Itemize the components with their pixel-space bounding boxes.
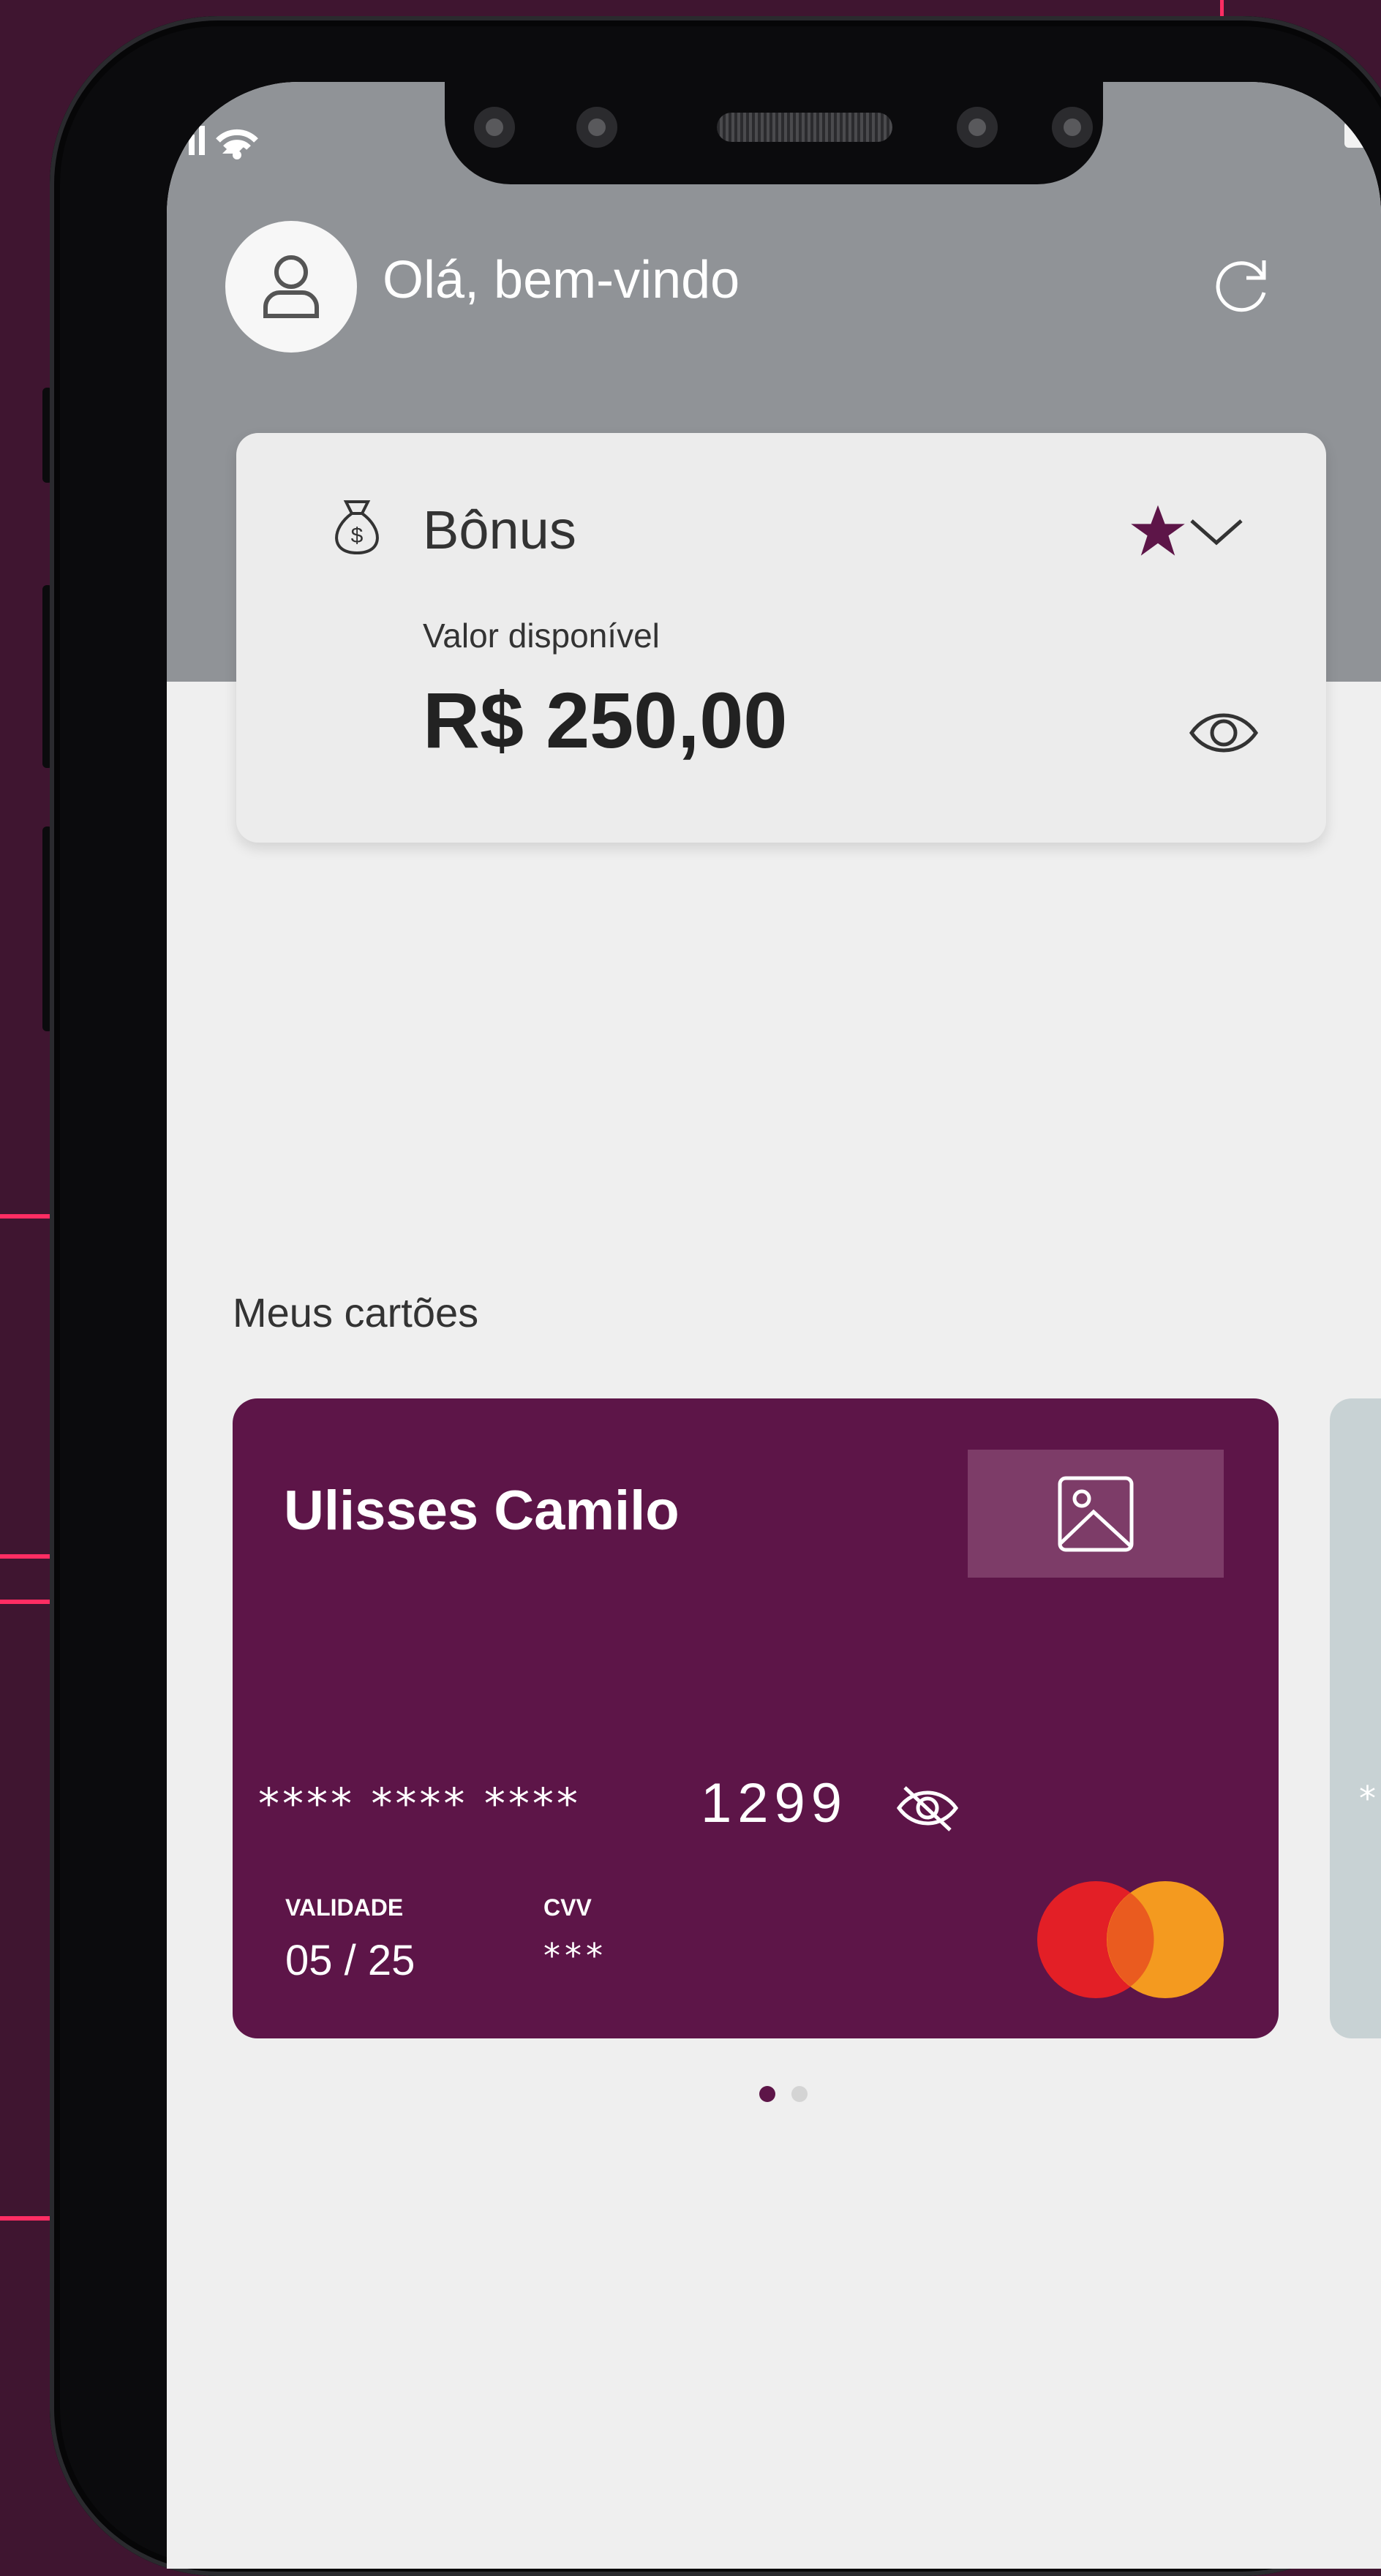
avatar[interactable] (225, 221, 357, 353)
refresh-icon[interactable] (1205, 247, 1279, 320)
bonus-balance-card[interactable]: $ Bônus Valor disponível R$ 250,00 (236, 433, 1326, 843)
battery-icon (1344, 121, 1381, 148)
my-cards-title: Meus cartões (233, 1289, 479, 1336)
card-number-last-digits: 1299 (701, 1772, 848, 1834)
card-holder-name: Ulisses Camilo (284, 1480, 680, 1542)
accent-line (0, 1554, 51, 1559)
expiry-label: VALIDADE (285, 1894, 404, 1921)
eye-icon[interactable] (1187, 704, 1260, 762)
carousel-pager (759, 2086, 808, 2102)
svg-text:$: $ (351, 524, 364, 548)
app-screen: Olá, bem-vindo $ Bônus Valor disponível … (167, 82, 1381, 2569)
camera-icon (474, 107, 515, 148)
accent-line (0, 2216, 51, 2221)
user-icon (263, 255, 319, 318)
sensor-icon (576, 107, 617, 148)
speaker-grille (717, 113, 892, 142)
mastercard-logo (1037, 1881, 1224, 1998)
accent-line (0, 1600, 51, 1604)
eye-off-icon[interactable] (895, 1779, 960, 1837)
pager-dot-active[interactable] (759, 2086, 775, 2102)
app-header: Olá, bem-vindo (225, 221, 1322, 353)
expiry-value: 05 / 25 (285, 1937, 415, 1984)
money-bag-icon: $ (335, 500, 379, 555)
camera-icon (957, 107, 998, 148)
cvv-value: *** (543, 1936, 607, 1976)
greeting-text: Olá, bem-vindo (383, 251, 740, 309)
accent-line (0, 1214, 51, 1219)
chevron-down-icon[interactable] (1187, 513, 1246, 550)
image-icon (1058, 1476, 1134, 1551)
signal-wifi-icon (189, 118, 276, 170)
phone-notch (445, 82, 1103, 184)
cvv-label: CVV (543, 1894, 592, 1921)
star-icon[interactable] (1129, 502, 1187, 560)
available-balance-label: Valor disponível (423, 617, 660, 655)
card-number-masked: **** **** **** (258, 1779, 581, 1829)
phone-frame: Olá, bem-vindo $ Bônus Valor disponível … (50, 16, 1381, 2576)
bonus-title: Bônus (423, 500, 576, 560)
next-credit-card[interactable]: * (1330, 1398, 1381, 2038)
card-image-placeholder[interactable] (968, 1450, 1224, 1578)
sensor-icon (1052, 107, 1093, 148)
credit-card[interactable]: Ulisses Camilo **** **** **** 1299 VALID… (233, 1398, 1279, 2038)
available-balance-amount: R$ 250,00 (423, 676, 788, 764)
pager-dot[interactable] (791, 2086, 808, 2102)
next-card-masked-number: * (1359, 1779, 1376, 1818)
